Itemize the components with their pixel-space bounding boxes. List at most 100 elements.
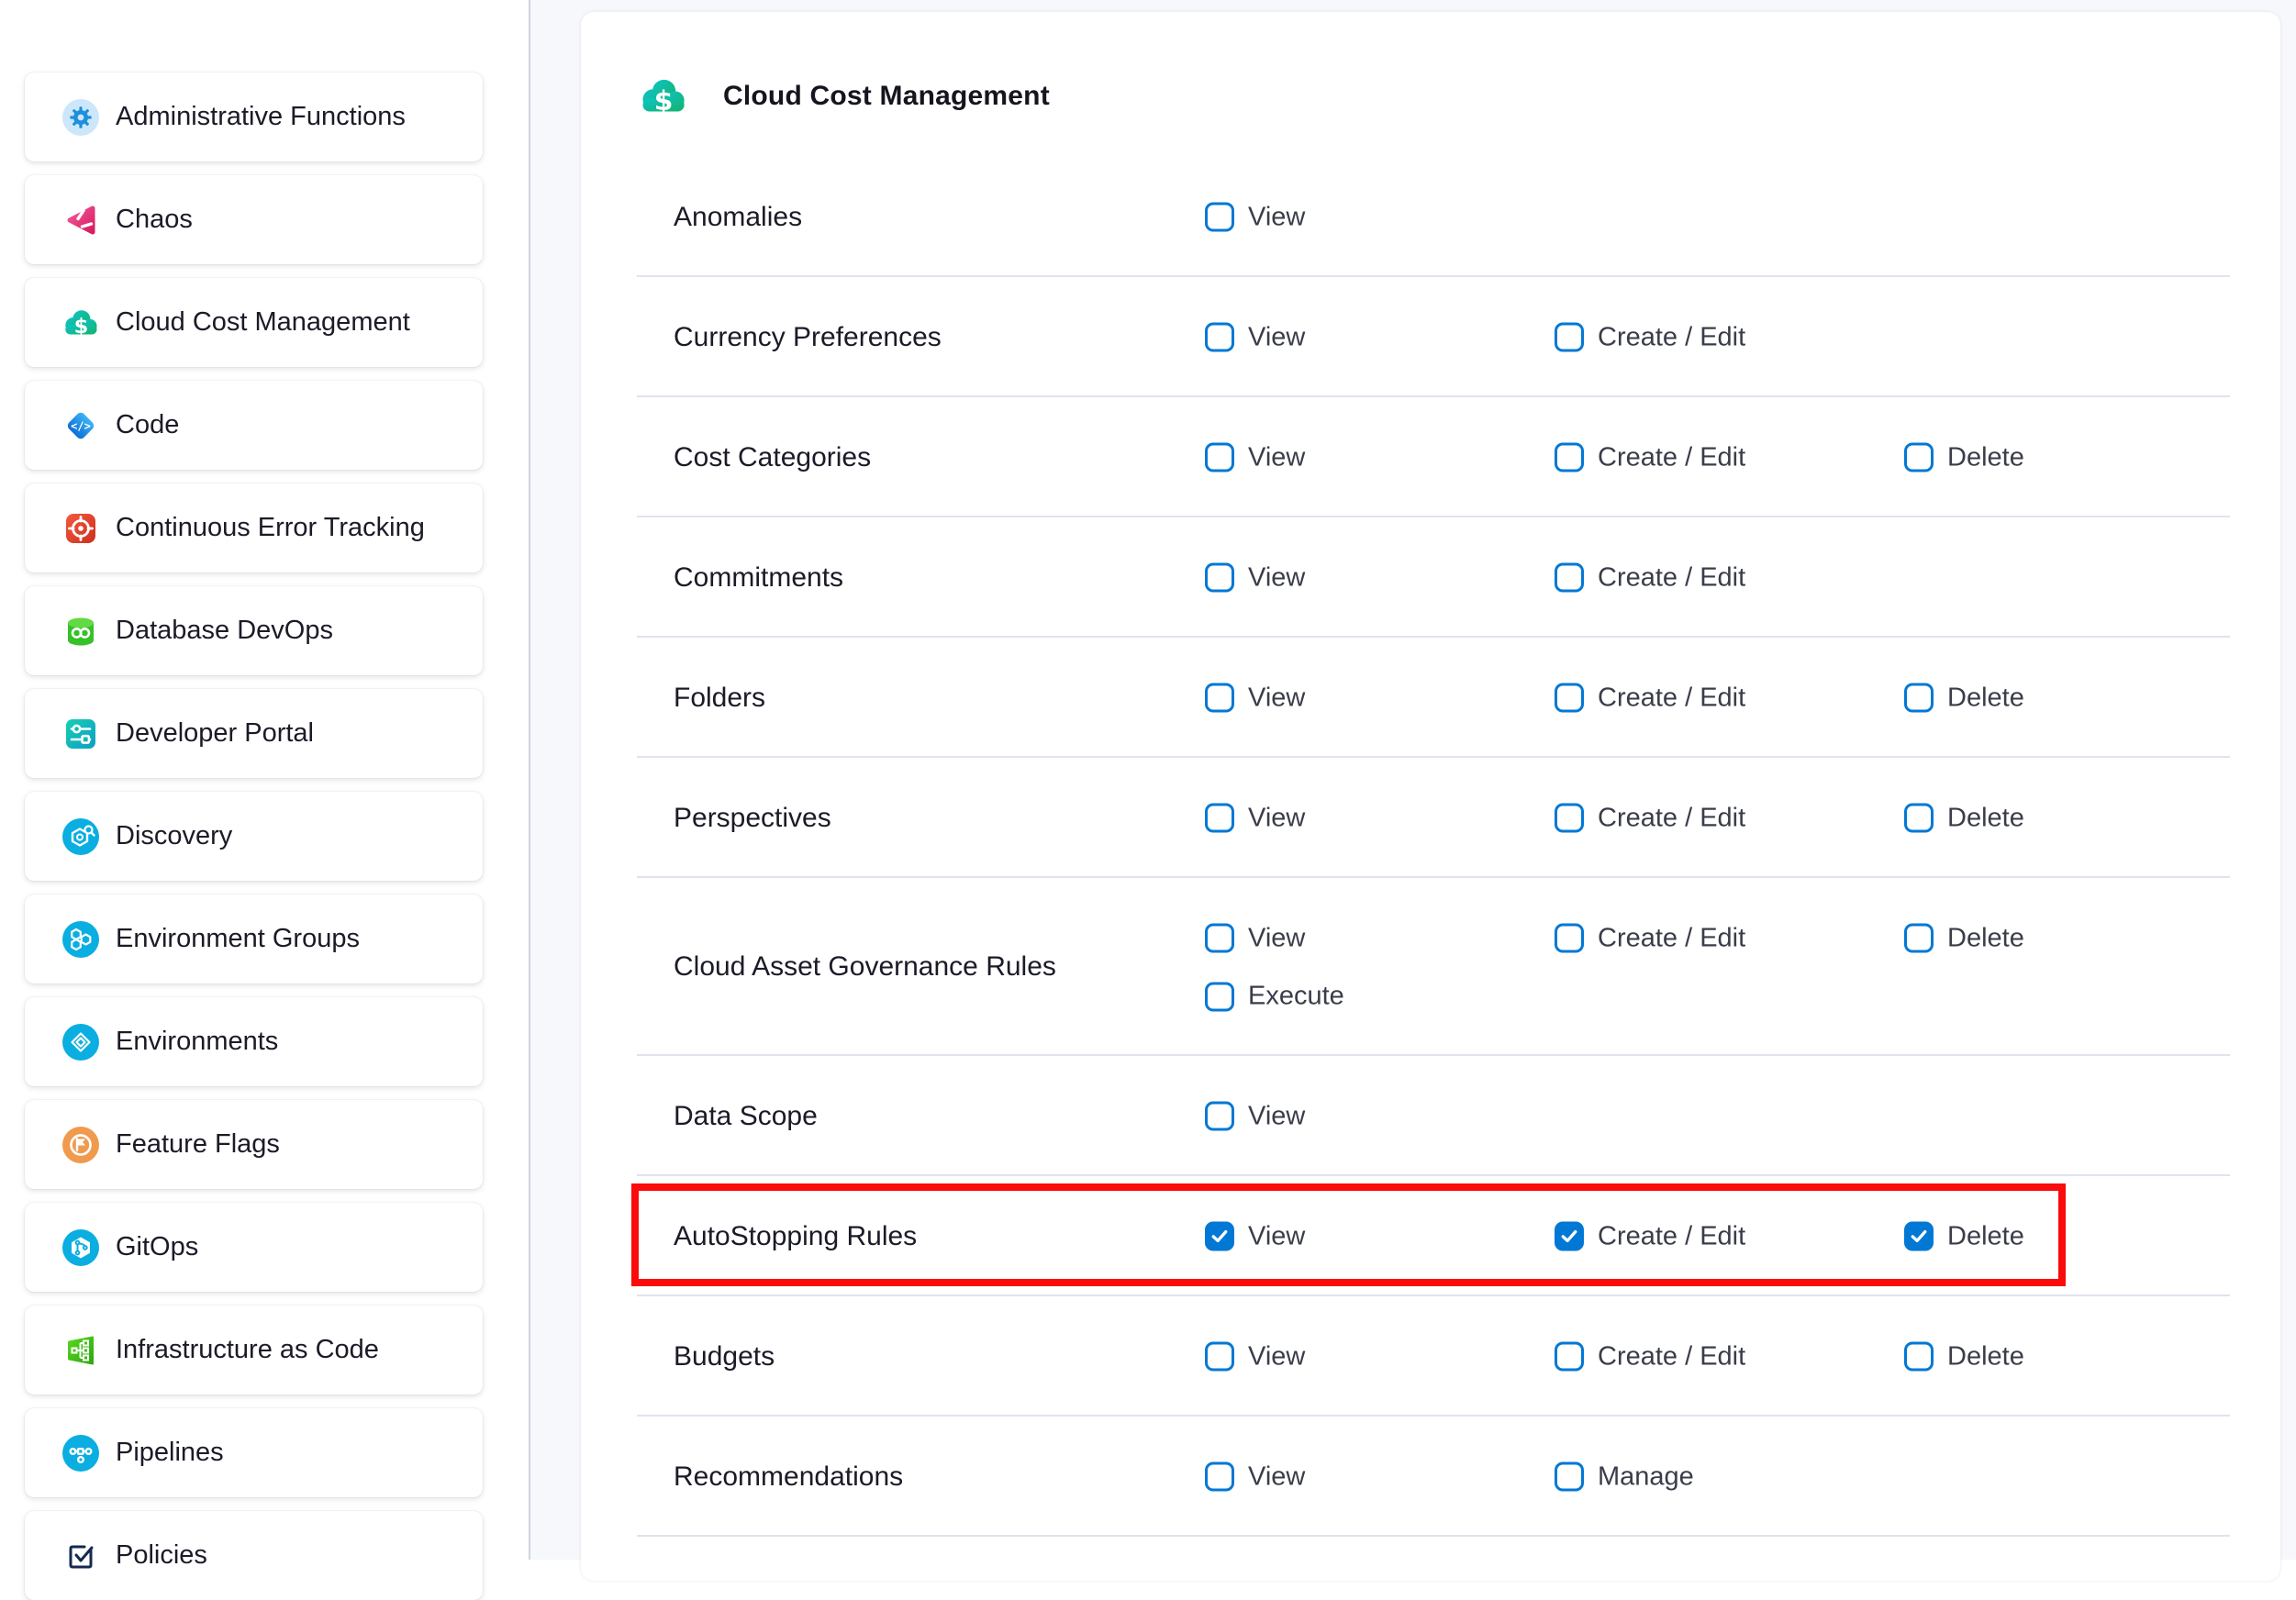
permission-row-label: Perspectives bbox=[674, 803, 831, 834]
permission-currency-preferences-view: View bbox=[1205, 322, 1305, 352]
checkbox-label[interactable]: View bbox=[1248, 803, 1305, 833]
checkbox-label[interactable]: Delete bbox=[1947, 442, 2024, 472]
checkbox-cloud-asset-governance-rules-execute[interactable] bbox=[1205, 982, 1234, 1011]
permission-row-label: Currency Preferences bbox=[674, 322, 942, 353]
checkbox-folders-create-edit[interactable] bbox=[1555, 683, 1584, 713]
checkbox-cost-categories-create-edit[interactable] bbox=[1555, 443, 1584, 472]
checkbox-label[interactable]: Delete bbox=[1947, 683, 2024, 713]
developer-portal-icon bbox=[62, 716, 99, 752]
checkbox-currency-preferences-create-edit[interactable] bbox=[1555, 323, 1584, 352]
checkbox-label[interactable]: View bbox=[1248, 322, 1305, 352]
sidebar-item-environments[interactable]: Environments bbox=[25, 997, 483, 1086]
environments-icon bbox=[62, 1024, 99, 1061]
checkbox-label[interactable]: View bbox=[1248, 1221, 1305, 1251]
sidebar-item-code[interactable]: </>Code bbox=[25, 381, 483, 470]
sidebar-item-gitops[interactable]: GitOps bbox=[25, 1203, 483, 1292]
checkbox-label[interactable]: Create / Edit bbox=[1598, 683, 1745, 713]
checkbox-perspectives-create-edit[interactable] bbox=[1555, 804, 1584, 833]
sidebar-item-label: Policies bbox=[116, 1540, 207, 1571]
permission-cost-categories-create-edit: Create / Edit bbox=[1555, 442, 1745, 472]
permission-perspectives-create-edit: Create / Edit bbox=[1555, 803, 1745, 833]
checkbox-budgets-view[interactable] bbox=[1205, 1342, 1234, 1372]
checkbox-cloud-asset-governance-rules-delete[interactable] bbox=[1904, 924, 1934, 953]
checkbox-label[interactable]: View bbox=[1248, 202, 1305, 232]
checkbox-autostopping-rules-delete[interactable] bbox=[1904, 1222, 1934, 1251]
checkbox-recommendations-manage[interactable] bbox=[1555, 1462, 1584, 1492]
checkbox-perspectives-view[interactable] bbox=[1205, 804, 1234, 833]
checkbox-label[interactable]: View bbox=[1248, 683, 1305, 713]
permissions-card: $ Cloud Cost Management AnomaliesView Cur… bbox=[581, 12, 2280, 1581]
sidebar-item-label: Chaos bbox=[116, 205, 193, 235]
checkbox-label[interactable]: Create / Edit bbox=[1598, 442, 1745, 472]
permission-row-anomalies: AnomaliesView bbox=[581, 157, 2280, 277]
checkbox-label[interactable]: Execute bbox=[1248, 982, 1344, 1012]
checkbox-label[interactable]: Delete bbox=[1947, 1341, 2024, 1372]
checkbox-data-scope-view[interactable] bbox=[1205, 1102, 1234, 1131]
sidebar-item-database-devops[interactable]: Database DevOps bbox=[25, 586, 483, 675]
sidebar-item-feature-flags[interactable]: Feature Flags bbox=[25, 1100, 483, 1189]
sidebar-item-cloud-cost-management[interactable]: $Cloud Cost Management bbox=[25, 278, 483, 367]
checkbox-label[interactable]: Manage bbox=[1598, 1461, 1694, 1492]
sidebar-item-infrastructure-as-code[interactable]: Infrastructure as Code bbox=[25, 1306, 483, 1394]
permission-row-recommendations: RecommendationsViewManage bbox=[581, 1417, 2280, 1537]
checkbox-cost-categories-delete[interactable] bbox=[1904, 443, 1934, 472]
permission-row-perspectives: Perspectives View Create / Edit Delete bbox=[581, 758, 2280, 878]
sidebar-item-continuous-error-tracking[interactable]: Continuous Error Tracking bbox=[25, 483, 483, 572]
permission-recommendations-view: View bbox=[1205, 1461, 1305, 1492]
permission-rows: AnomaliesView Currency Preferences View Cre… bbox=[581, 157, 2280, 1537]
checkbox-budgets-delete[interactable] bbox=[1904, 1342, 1934, 1372]
sidebar-item-chaos[interactable]: Chaos bbox=[25, 175, 483, 264]
checkbox-anomalies-view[interactable] bbox=[1205, 203, 1234, 232]
checkbox-label[interactable]: View bbox=[1248, 923, 1305, 953]
checkbox-autostopping-rules-view[interactable] bbox=[1205, 1222, 1234, 1251]
checkbox-label[interactable]: Delete bbox=[1947, 1221, 2024, 1251]
sidebar-item-administrative-functions[interactable]: Administrative Functions bbox=[25, 72, 483, 161]
permission-cost-categories-view: View bbox=[1205, 442, 1305, 472]
checkbox-label[interactable]: View bbox=[1248, 442, 1305, 472]
checkbox-perspectives-delete[interactable] bbox=[1904, 804, 1934, 833]
checkbox-folders-view[interactable] bbox=[1205, 683, 1234, 713]
checkbox-recommendations-view[interactable] bbox=[1205, 1462, 1234, 1492]
permission-row-folders: FoldersViewCreate / EditDelete bbox=[581, 638, 2280, 758]
sidebar-item-environment-groups[interactable]: Environment Groups bbox=[25, 894, 483, 983]
checkbox-label[interactable]: Delete bbox=[1947, 803, 2024, 833]
checkbox-label[interactable]: Create / Edit bbox=[1598, 923, 1745, 953]
permission-cloud-asset-governance-rules-delete: Delete bbox=[1904, 923, 2024, 953]
checkbox-budgets-create-edit[interactable] bbox=[1555, 1342, 1584, 1372]
permission-row-label: AutoStopping Rules bbox=[674, 1221, 917, 1252]
permission-row-budgets: BudgetsViewCreate / EditDelete bbox=[581, 1296, 2280, 1417]
checkbox-folders-delete[interactable] bbox=[1904, 683, 1934, 713]
checkbox-label[interactable]: Create / Edit bbox=[1598, 562, 1745, 593]
cloud-cost-management-icon: $ bbox=[637, 76, 689, 117]
checkbox-label[interactable]: View bbox=[1248, 1341, 1305, 1372]
check-icon bbox=[1908, 1226, 1930, 1248]
permission-row-label: Cost Categories bbox=[674, 442, 871, 473]
card-header: $ Cloud Cost Management bbox=[581, 12, 2280, 157]
feature-flags-icon bbox=[62, 1127, 99, 1163]
checkbox-commitments-create-edit[interactable] bbox=[1555, 563, 1584, 593]
checkbox-autostopping-rules-create-edit[interactable] bbox=[1555, 1222, 1584, 1251]
sidebar-item-discovery[interactable]: Discovery bbox=[25, 792, 483, 881]
checkbox-label[interactable]: View bbox=[1248, 1101, 1305, 1131]
permission-perspectives-delete: Delete bbox=[1904, 803, 2024, 833]
checkbox-cloud-asset-governance-rules-create-edit[interactable] bbox=[1555, 924, 1584, 953]
checkbox-label[interactable]: Create / Edit bbox=[1598, 322, 1745, 352]
environment-groups-icon bbox=[62, 921, 99, 958]
svg-text:$: $ bbox=[654, 85, 674, 117]
checkbox-cloud-asset-governance-rules-view[interactable] bbox=[1205, 924, 1234, 953]
checkbox-currency-preferences-view[interactable] bbox=[1205, 323, 1234, 352]
checkbox-commitments-view[interactable] bbox=[1205, 563, 1234, 593]
checkbox-label[interactable]: View bbox=[1248, 1461, 1305, 1492]
sidebar-item-pipelines[interactable]: Pipelines bbox=[25, 1408, 483, 1497]
permission-folders-create-edit: Create / Edit bbox=[1555, 683, 1745, 713]
sidebar-item-policies[interactable]: Policies bbox=[25, 1511, 483, 1600]
infrastructure-as-code-icon bbox=[62, 1332, 99, 1369]
checkbox-label[interactable]: View bbox=[1248, 562, 1305, 593]
sidebar-item-developer-portal[interactable]: Developer Portal bbox=[25, 689, 483, 778]
checkbox-label[interactable]: Delete bbox=[1947, 923, 2024, 953]
checkbox-cost-categories-view[interactable] bbox=[1205, 443, 1234, 472]
checkbox-label[interactable]: Create / Edit bbox=[1598, 803, 1745, 833]
admin-functions-icon bbox=[62, 99, 99, 136]
checkbox-label[interactable]: Create / Edit bbox=[1598, 1221, 1745, 1251]
checkbox-label[interactable]: Create / Edit bbox=[1598, 1341, 1745, 1372]
